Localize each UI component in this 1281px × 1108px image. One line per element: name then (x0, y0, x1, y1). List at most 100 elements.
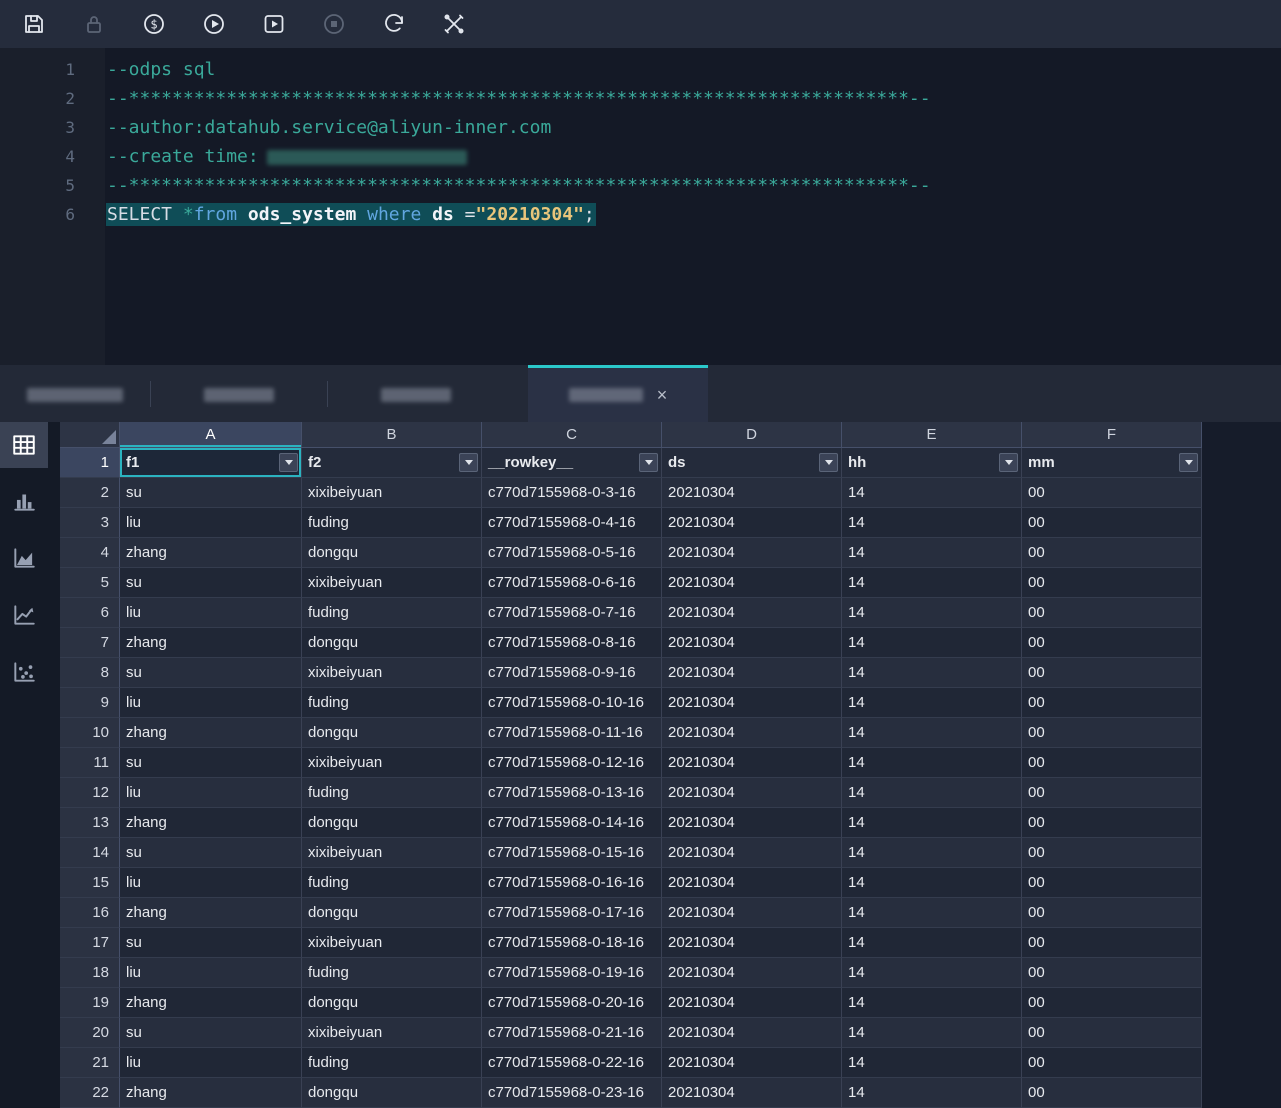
data-cell[interactable]: 00 (1022, 898, 1202, 928)
row-header-17[interactable]: 17 (60, 928, 120, 958)
data-cell[interactable]: zhang (120, 718, 302, 748)
data-cell[interactable]: c770d7155968-0-9-16 (482, 658, 662, 688)
data-cell[interactable]: zhang (120, 1078, 302, 1108)
row-header-21[interactable]: 21 (60, 1048, 120, 1078)
data-cell[interactable]: 14 (842, 958, 1022, 988)
refresh-icon[interactable] (382, 12, 406, 36)
data-cell[interactable]: 14 (842, 808, 1022, 838)
data-cell[interactable]: 20210304 (662, 538, 842, 568)
data-cell[interactable]: 00 (1022, 1048, 1202, 1078)
data-cell[interactable]: c770d7155968-0-21-16 (482, 1018, 662, 1048)
data-cell[interactable]: 14 (842, 1078, 1022, 1108)
data-cell[interactable]: c770d7155968-0-10-16 (482, 688, 662, 718)
data-cell[interactable]: 20210304 (662, 778, 842, 808)
save-icon[interactable] (22, 12, 46, 36)
column-header-A[interactable]: A (120, 422, 302, 448)
data-cell[interactable]: fuding (302, 508, 482, 538)
column-header-C[interactable]: C (482, 422, 662, 448)
data-cell[interactable]: fuding (302, 598, 482, 628)
data-cell[interactable]: xixibeiyuan (302, 658, 482, 688)
filter-dropdown-icon[interactable] (639, 453, 658, 472)
data-cell[interactable]: 20210304 (662, 1048, 842, 1078)
data-cell[interactable]: 14 (842, 868, 1022, 898)
data-cell[interactable]: 14 (842, 838, 1022, 868)
filter-dropdown-icon[interactable] (999, 453, 1018, 472)
filter-dropdown-icon[interactable] (279, 453, 298, 472)
data-cell[interactable]: 14 (842, 1048, 1022, 1078)
data-cell[interactable]: c770d7155968-0-16-16 (482, 868, 662, 898)
data-cell[interactable]: 00 (1022, 988, 1202, 1018)
data-cell[interactable]: 20210304 (662, 898, 842, 928)
data-cell[interactable]: dongqu (302, 538, 482, 568)
data-cell[interactable]: 00 (1022, 1018, 1202, 1048)
row-header-6[interactable]: 6 (60, 598, 120, 628)
filter-dropdown-icon[interactable] (1179, 453, 1198, 472)
sql-editor[interactable]: 123456 --odps sql--*********************… (0, 48, 1281, 365)
data-cell[interactable]: zhang (120, 538, 302, 568)
data-cell[interactable]: c770d7155968-0-22-16 (482, 1048, 662, 1078)
data-cell[interactable]: liu (120, 508, 302, 538)
data-cell[interactable]: c770d7155968-0-5-16 (482, 538, 662, 568)
data-cell[interactable]: 20210304 (662, 688, 842, 718)
row-header-2[interactable]: 2 (60, 478, 120, 508)
data-cell[interactable]: su (120, 838, 302, 868)
select-all-corner[interactable] (60, 422, 120, 448)
data-cell[interactable]: liu (120, 868, 302, 898)
data-cell[interactable]: xixibeiyuan (302, 748, 482, 778)
data-cell[interactable]: c770d7155968-0-23-16 (482, 1078, 662, 1108)
data-cell[interactable]: 14 (842, 748, 1022, 778)
data-cell[interactable]: 20210304 (662, 478, 842, 508)
data-cell[interactable]: 20210304 (662, 628, 842, 658)
editor-code[interactable]: --odps sql--****************************… (105, 48, 1281, 365)
data-cell[interactable]: c770d7155968-0-19-16 (482, 958, 662, 988)
data-cell[interactable]: 00 (1022, 808, 1202, 838)
data-cell[interactable]: c770d7155968-0-18-16 (482, 928, 662, 958)
data-cell[interactable]: xixibeiyuan (302, 928, 482, 958)
data-cell[interactable]: 14 (842, 1018, 1022, 1048)
data-cell[interactable]: 20210304 (662, 658, 842, 688)
data-cell[interactable]: 20210304 (662, 1018, 842, 1048)
data-cell[interactable]: dongqu (302, 1078, 482, 1108)
data-cell[interactable]: 14 (842, 598, 1022, 628)
cost-estimate-icon[interactable]: $ (142, 12, 166, 36)
data-cell[interactable]: 14 (842, 898, 1022, 928)
row-header-15[interactable]: 15 (60, 868, 120, 898)
data-cell[interactable]: zhang (120, 898, 302, 928)
field-cell-mm[interactable]: mm (1022, 448, 1202, 478)
data-cell[interactable]: su (120, 1018, 302, 1048)
data-cell[interactable]: 20210304 (662, 508, 842, 538)
row-header-7[interactable]: 7 (60, 628, 120, 658)
data-cell[interactable]: 00 (1022, 748, 1202, 778)
field-cell-f1[interactable]: f1 (120, 448, 302, 478)
filter-dropdown-icon[interactable] (459, 453, 478, 472)
data-cell[interactable]: 00 (1022, 778, 1202, 808)
tab-2[interactable] (151, 365, 327, 422)
data-cell[interactable]: 14 (842, 568, 1022, 598)
data-cell[interactable]: c770d7155968-0-15-16 (482, 838, 662, 868)
data-cell[interactable]: 20210304 (662, 928, 842, 958)
data-cell[interactable]: c770d7155968-0-6-16 (482, 568, 662, 598)
view-line-chart-icon[interactable] (0, 591, 48, 639)
view-scatter-chart-icon[interactable] (0, 648, 48, 696)
data-cell[interactable]: liu (120, 598, 302, 628)
data-cell[interactable]: 14 (842, 778, 1022, 808)
data-cell[interactable]: xixibeiyuan (302, 478, 482, 508)
data-cell[interactable]: su (120, 748, 302, 778)
row-header-22[interactable]: 22 (60, 1078, 120, 1108)
row-header-14[interactable]: 14 (60, 838, 120, 868)
data-cell[interactable]: 14 (842, 538, 1022, 568)
data-cell[interactable]: 20210304 (662, 988, 842, 1018)
data-cell[interactable]: fuding (302, 688, 482, 718)
row-header-1[interactable]: 1 (60, 448, 120, 478)
filter-dropdown-icon[interactable] (819, 453, 838, 472)
data-cell[interactable]: fuding (302, 868, 482, 898)
row-header-11[interactable]: 11 (60, 748, 120, 778)
data-cell[interactable]: 00 (1022, 658, 1202, 688)
tab-close-icon[interactable]: × (657, 386, 668, 404)
data-cell[interactable]: 14 (842, 688, 1022, 718)
tab-3[interactable] (328, 365, 504, 422)
data-cell[interactable]: c770d7155968-0-4-16 (482, 508, 662, 538)
row-header-13[interactable]: 13 (60, 808, 120, 838)
data-cell[interactable]: su (120, 568, 302, 598)
data-cell[interactable]: fuding (302, 1048, 482, 1078)
